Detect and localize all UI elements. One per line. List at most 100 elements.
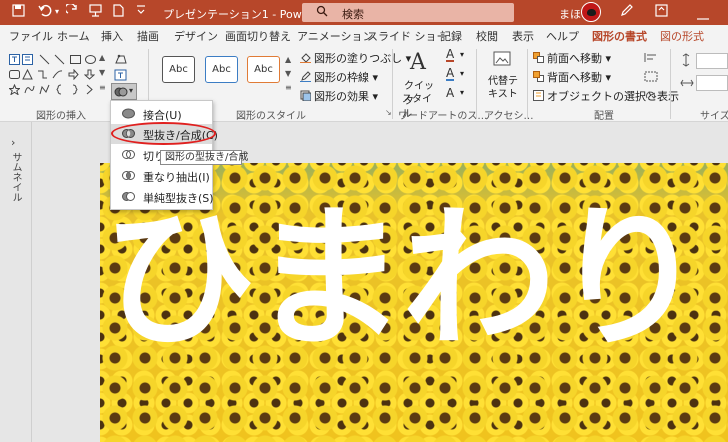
minimize-icon[interactable] <box>697 10 709 25</box>
menu-item-union[interactable]: 接合(U) <box>111 104 212 124</box>
down-arrow-icon[interactable] <box>84 69 95 80</box>
chevron-icon[interactable] <box>84 84 95 95</box>
tab-transitions[interactable]: 画面切り替え <box>225 28 291 44</box>
ribbon-display-options-icon[interactable] <box>655 4 668 21</box>
tab-picture-format[interactable]: 図の形式 <box>660 28 704 44</box>
send-backward-label: 背面へ移動 <box>547 71 602 84</box>
text-box-icon[interactable] <box>9 54 20 65</box>
user-name: まほ <box>559 8 581 21</box>
text-effects-icon[interactable]: A <box>446 86 454 100</box>
line-icon-2[interactable] <box>54 54 65 65</box>
freeform-icon[interactable] <box>39 84 50 95</box>
tab-insert[interactable]: 挿入 <box>101 28 123 44</box>
present-from-start-icon[interactable] <box>89 4 102 21</box>
tab-review[interactable]: 校閲 <box>476 28 498 44</box>
shape-styles-launcher-icon[interactable]: ↘ <box>385 108 392 117</box>
text-outline-dropdown-icon[interactable]: ▾ <box>460 69 464 78</box>
triangle-icon[interactable] <box>22 69 33 80</box>
gallery-scroll-up-icon[interactable]: ▲ <box>99 53 105 62</box>
tab-record[interactable]: 記録 <box>440 28 462 44</box>
curved-connector-icon[interactable] <box>52 69 63 80</box>
rectangle-icon[interactable] <box>70 54 81 65</box>
alt-text-button[interactable]: 代替テ キスト <box>484 50 520 102</box>
shape-style-2[interactable]: Abc <box>205 56 238 83</box>
text-fill-icon[interactable]: A <box>446 48 455 62</box>
tab-file[interactable]: ファイル <box>9 28 53 44</box>
group-label-size: サイズ <box>700 111 728 122</box>
search-icon <box>316 5 328 17</box>
send-backward-button[interactable]: 背面へ移動 ▾ <box>533 69 611 85</box>
shape-effects-button[interactable]: 図形の効果 ▾ <box>300 88 378 104</box>
group-label-arrange: 配置 <box>594 111 614 122</box>
wordart-a-icon: A <box>410 50 426 75</box>
text-outline-icon[interactable]: A <box>446 67 455 81</box>
width-input[interactable] <box>696 75 728 91</box>
bring-forward-icon <box>533 52 544 63</box>
styles-scroll-down-icon[interactable]: ▼ <box>285 69 291 78</box>
shape-fill-button[interactable]: 図形の塗りつぶし ▾ <box>300 50 411 66</box>
edit-shape-icon[interactable] <box>114 53 128 66</box>
search-box[interactable]: 検索 <box>302 3 514 22</box>
selection-pane-icon <box>533 90 544 101</box>
group-label-insert-shapes: 図形の挿入 <box>36 111 86 122</box>
height-input[interactable] <box>696 53 728 69</box>
paint-bucket-icon <box>300 53 311 63</box>
rotate-icon[interactable] <box>644 90 658 101</box>
tab-home[interactable]: ホーム <box>57 28 90 44</box>
tab-help[interactable]: ヘルプ <box>546 28 579 44</box>
align-icon[interactable] <box>644 52 658 63</box>
customize-toolbar-icon[interactable] <box>136 3 146 21</box>
width-icon <box>680 79 694 87</box>
undo-dropdown-icon[interactable]: ▾ <box>55 7 59 16</box>
divider <box>670 49 671 119</box>
pen-icon[interactable] <box>620 4 633 21</box>
menu-item-subtract[interactable]: 単純型抜き(S) <box>111 187 214 207</box>
draw-text-box-icon[interactable] <box>114 69 128 82</box>
tab-animations[interactable]: アニメーション <box>297 28 374 44</box>
save-icon[interactable] <box>12 4 25 21</box>
intersect-icon <box>122 171 135 180</box>
menu-item-intersect[interactable]: 重なり抽出(I) <box>111 166 212 186</box>
right-brace-icon[interactable] <box>69 84 80 95</box>
line-icon[interactable] <box>39 54 50 65</box>
tab-slide-show[interactable]: スライド ショー <box>367 28 448 44</box>
slide-title-text[interactable]: ひまわり <box>102 203 706 357</box>
shape-style-3[interactable]: Abc <box>247 56 280 83</box>
merge-shapes-icon <box>114 87 128 97</box>
group-icon[interactable] <box>644 71 658 82</box>
tab-view[interactable]: 表示 <box>512 28 534 44</box>
shape-effects-label: 図形の効果 <box>314 90 369 103</box>
gallery-more-icon[interactable]: ≡ <box>99 83 106 92</box>
left-brace-icon[interactable] <box>54 84 65 95</box>
send-backward-icon <box>533 71 544 82</box>
alt-text-icon <box>493 51 511 66</box>
vertical-text-box-icon[interactable] <box>22 54 33 65</box>
annotation-highlight-circle <box>111 122 216 145</box>
shape-style-1[interactable]: Abc <box>162 56 195 83</box>
star-icon[interactable] <box>9 84 20 95</box>
elbow-connector-icon[interactable] <box>37 69 48 80</box>
undo-icon[interactable] <box>38 4 52 21</box>
text-fill-dropdown-icon[interactable]: ▾ <box>460 50 464 59</box>
redo-icon[interactable] <box>64 2 79 21</box>
right-arrow-icon[interactable] <box>68 69 79 80</box>
rounded-rect-icon[interactable] <box>9 69 20 80</box>
curve-icon[interactable] <box>24 84 35 95</box>
oval-icon[interactable] <box>85 54 96 65</box>
union-icon <box>122 108 135 119</box>
shape-outline-button[interactable]: 図形の枠線 ▾ <box>300 69 378 85</box>
new-file-icon[interactable] <box>113 4 124 21</box>
bring-forward-button[interactable]: 前面へ移動 ▾ <box>533 50 611 66</box>
avatar[interactable] <box>581 2 601 22</box>
gallery-scroll-down-icon[interactable]: ▼ <box>99 68 105 77</box>
tab-shape-format[interactable]: 図形の書式 <box>592 28 647 48</box>
merge-shapes-button[interactable]: ▾ <box>111 83 137 100</box>
expand-thumbnails-icon[interactable]: › <box>11 136 15 149</box>
quick-styles-button[interactable]: A クイック スタイル <box>402 50 438 120</box>
group-label-shape-styles: 図形のスタイル <box>236 111 306 122</box>
styles-scroll-up-icon[interactable]: ▲ <box>285 55 291 64</box>
tab-design[interactable]: デザイン <box>174 28 218 44</box>
styles-more-icon[interactable]: ≡ <box>285 83 292 92</box>
text-effects-dropdown-icon[interactable]: ▾ <box>460 88 464 97</box>
tab-draw[interactable]: 描画 <box>137 28 159 44</box>
